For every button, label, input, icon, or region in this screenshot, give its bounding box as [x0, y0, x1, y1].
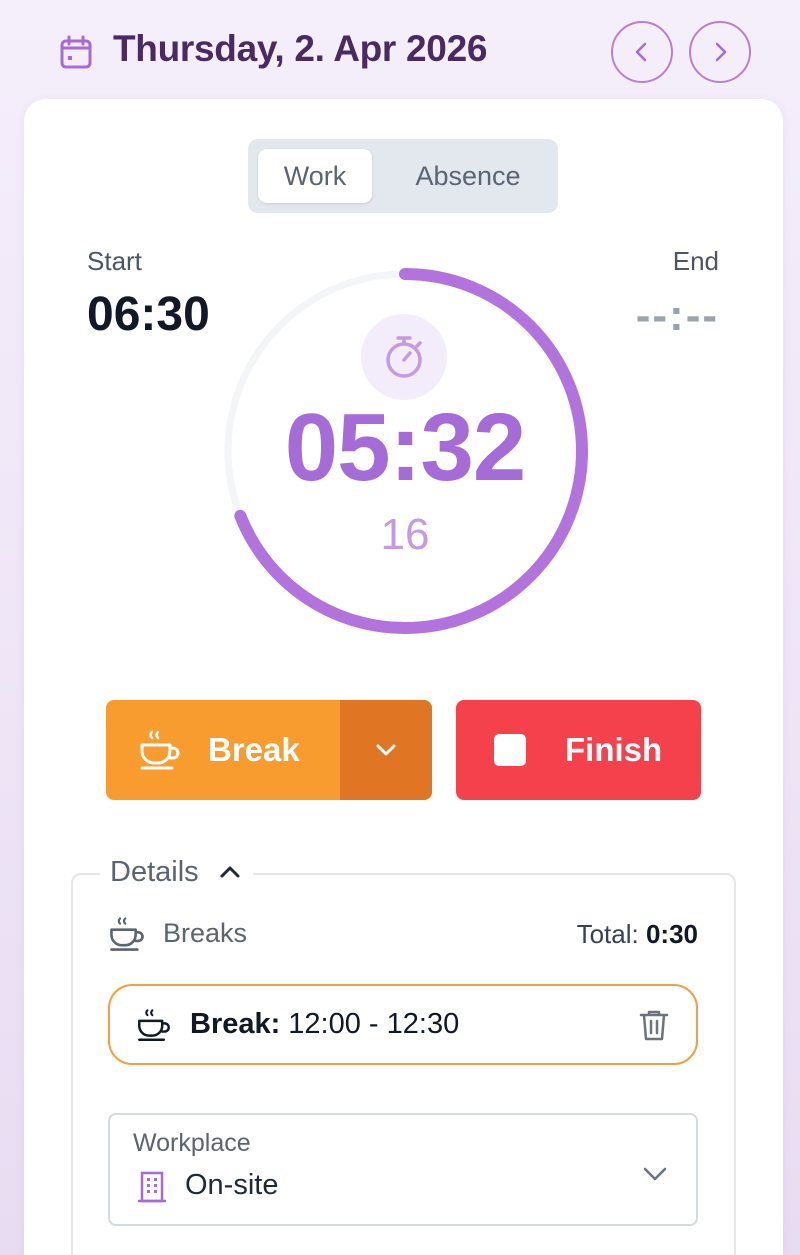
break-entry-range: 12:00 - 12:30	[288, 1008, 460, 1040]
elapsed-time: 05:32	[284, 394, 527, 501]
workplace-value: On-site	[185, 1169, 279, 1201]
finish-button[interactable]: Finish	[456, 700, 701, 800]
break-entry[interactable]: Break: 12:00 - 12:30	[108, 984, 698, 1065]
chevron-down-icon	[643, 1167, 667, 1181]
coffee-cup-icon	[140, 730, 180, 770]
chevron-left-icon	[635, 42, 647, 62]
tab-work[interactable]: Work	[258, 149, 372, 203]
stopwatch-icon	[386, 336, 422, 378]
end-time[interactable]: --:--	[636, 291, 719, 341]
previous-day-button[interactable]	[611, 21, 673, 83]
chevron-up-icon	[220, 866, 240, 878]
next-day-button[interactable]	[689, 21, 751, 83]
breaks-total-value: 0:30	[645, 919, 698, 949]
break-button[interactable]: Break	[106, 700, 340, 800]
start-time[interactable]: 06:30	[87, 287, 210, 342]
details-title: Details	[110, 855, 199, 888]
trash-icon[interactable]	[638, 1008, 670, 1042]
breaks-header: Breaks Total: 0:30	[108, 913, 698, 955]
calendar-icon	[60, 35, 92, 69]
break-button-label: Break	[208, 731, 300, 768]
tab-absence[interactable]: Absence	[388, 149, 548, 203]
break-options-dropdown[interactable]	[340, 700, 432, 800]
break-entry-label: Break:	[190, 1008, 281, 1040]
chevron-down-icon	[376, 744, 396, 756]
breaks-total: Total: 0:30	[577, 919, 698, 950]
breaks-title: Breaks	[163, 918, 248, 948]
break-split-button: Break	[106, 700, 432, 800]
chevron-right-icon	[715, 42, 727, 62]
coffee-cup-icon	[110, 917, 144, 951]
stop-icon	[494, 734, 526, 766]
end-label: End	[672, 246, 719, 276]
breaks-total-label: Total:	[576, 919, 639, 949]
coffee-cup-icon	[138, 1008, 170, 1041]
finish-button-label: Finish	[565, 731, 663, 768]
timer-icon-badge	[361, 314, 447, 400]
date-title: Thursday, 2. Apr 2026	[113, 28, 488, 69]
workplace-label: Workplace	[133, 1129, 251, 1157]
start-label: Start	[87, 246, 142, 276]
elapsed-seconds: 16	[380, 510, 430, 559]
details-toggle[interactable]: Details	[100, 852, 253, 892]
workplace-select[interactable]: Workplace On-site	[108, 1113, 698, 1226]
building-icon	[138, 1171, 166, 1203]
header: Thursday, 2. Apr 2026	[0, 0, 800, 100]
mode-switch: Work Absence	[248, 139, 558, 213]
